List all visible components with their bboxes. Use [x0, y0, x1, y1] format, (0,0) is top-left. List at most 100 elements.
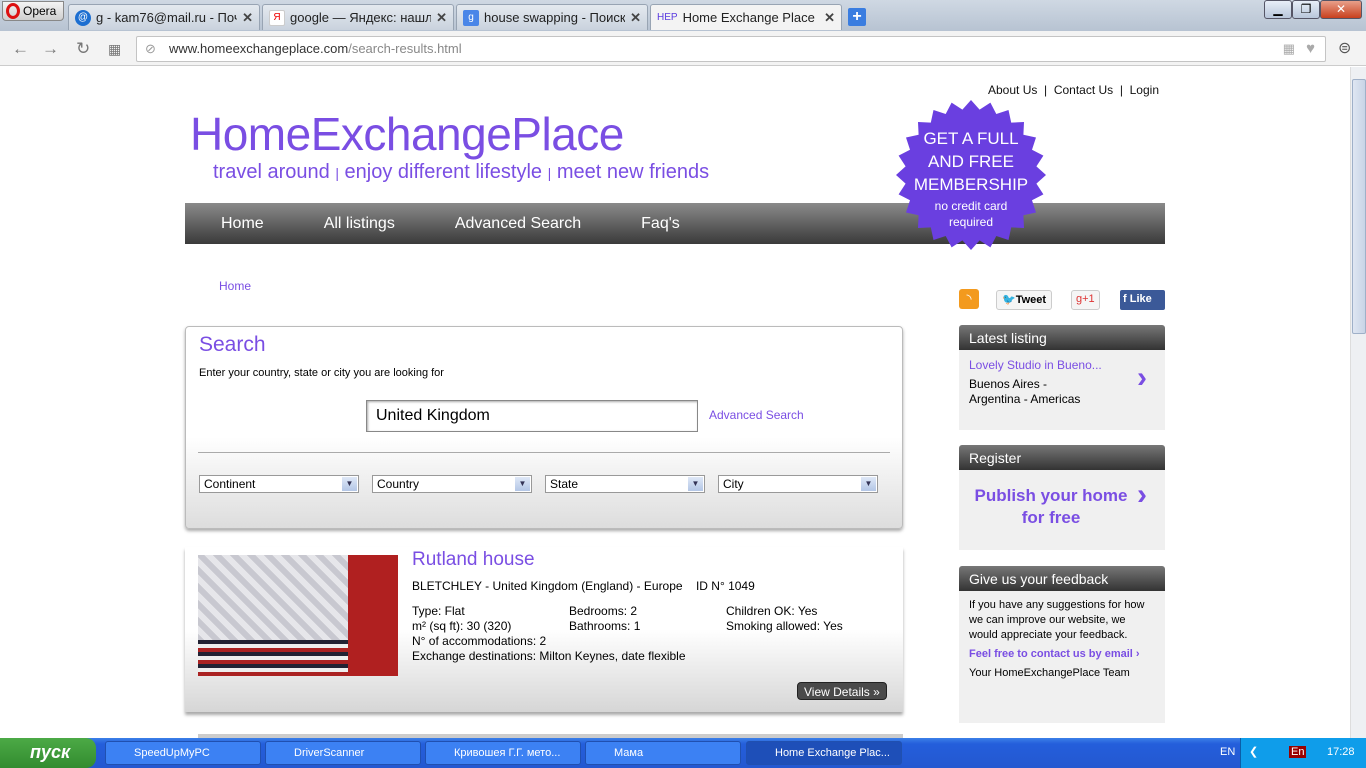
web-page: About Us | Contact Us | Login HomeExchan… — [0, 67, 1350, 738]
listing-photo[interactable] — [198, 555, 398, 676]
country-select[interactable]: Country ▼ — [372, 475, 532, 493]
badge-subline: required — [948, 215, 994, 229]
tab-google[interactable]: g house swapping - Поиск в ✕ — [456, 4, 648, 30]
site-logo[interactable]: HomeExchangePlace — [190, 107, 624, 161]
feedback-signature: Your HomeExchangePlace Team — [969, 667, 1130, 679]
heart-icon[interactable]: ♥ — [1306, 37, 1315, 61]
contact-email-link[interactable]: Feel free to contact us by email › — [969, 647, 1155, 662]
membership-badge[interactable]: GET A FULL AND FREE MEMBERSHIP no credit c… — [896, 100, 1046, 250]
close-tab-icon[interactable]: ✕ — [436, 10, 447, 26]
search-input[interactable]: United Kingdom — [366, 400, 698, 432]
rss-icon[interactable]: ◝ — [959, 289, 979, 309]
select-value: State — [550, 477, 579, 491]
tab-mail[interactable]: @ g - kam76@mail.ru - Почт ✕ — [68, 4, 260, 30]
tagline-part: travel around — [213, 161, 330, 183]
register-link[interactable]: Publish your home for free › — [959, 470, 1165, 550]
scrollbar-thumb[interactable] — [1352, 79, 1366, 334]
language-indicator[interactable]: EN — [1220, 746, 1235, 758]
listing-id: ID N° 1049 — [695, 579, 755, 593]
breadcrumb-home[interactable]: Home — [219, 279, 251, 293]
close-window-button[interactable]: ✕ — [1320, 0, 1362, 19]
facebook-like-button[interactable]: f Like — [1120, 290, 1165, 310]
chevron-down-icon: ▼ — [688, 477, 703, 491]
tab-label: google — Яндекс: нашло — [290, 10, 432, 25]
taskbar-item-active[interactable]: Home Exchange Plac... — [746, 741, 902, 765]
listing-card: Rutland house BLETCHLEY - United Kingdom… — [185, 547, 903, 712]
minimize-button[interactable]: ▁ — [1264, 0, 1292, 19]
url-input[interactable]: ⊘ www.homeexchangeplace.com/search-resul… — [136, 36, 1326, 62]
taskbar-item[interactable]: DriverScanner — [265, 741, 421, 765]
city-select[interactable]: City ▼ — [718, 475, 878, 493]
taskbar-item-label: DriverScanner — [294, 747, 365, 759]
opera-menu-icon[interactable]: ⊜ — [1338, 38, 1351, 58]
tray-lang-icon[interactable]: En — [1289, 746, 1307, 758]
url-domain: www.homeexchangeplace.com — [169, 41, 349, 56]
url-path: /search-results.html — [348, 41, 462, 56]
taskbar-item[interactable]: Кривошея Г.Г. мето... — [425, 741, 581, 765]
opera-menu-label: Opera — [23, 4, 57, 18]
google-plus-button[interactable]: g+1 — [1071, 290, 1100, 310]
close-tab-icon[interactable]: ✕ — [242, 10, 253, 26]
latest-listing-link[interactable]: Lovely Studio in Bueno... — [969, 358, 1155, 373]
like-label: Like — [1129, 293, 1152, 305]
start-label: пуск — [30, 742, 71, 762]
start-button[interactable]: пуск — [0, 738, 96, 768]
about-us-link[interactable]: About Us — [988, 83, 1037, 97]
taskbar-item-label: Мама — [614, 747, 644, 759]
continent-select[interactable]: Continent ▼ — [199, 475, 359, 493]
opera-icon — [6, 3, 20, 19]
page-scrollbar[interactable] — [1350, 67, 1366, 738]
chevron-right-icon[interactable]: › — [1137, 363, 1147, 393]
close-tab-icon[interactable]: ✕ — [630, 10, 641, 26]
tab-yandex[interactable]: Яgoogle — Яндекс: нашло ✕ — [262, 4, 454, 30]
tweet-button[interactable]: 🐦Tweet — [996, 290, 1053, 310]
register-text: for free — [1021, 508, 1081, 527]
chevron-down-icon: ▼ — [515, 477, 530, 491]
register-text: Publish your home — [974, 486, 1128, 505]
nav-home[interactable]: Home — [221, 215, 264, 233]
back-icon[interactable]: ← — [12, 39, 29, 59]
new-tab-button[interactable]: + — [848, 8, 866, 26]
nav-advanced-search[interactable]: Advanced Search — [455, 215, 581, 233]
latest-listing-location: Buenos Aires - — [969, 377, 1048, 391]
yandex-icon: Я — [269, 9, 285, 26]
sidebar-header: Register — [959, 445, 1165, 470]
chevron-down-icon: ▼ — [342, 477, 357, 491]
gplus-label: +1 — [1082, 293, 1095, 305]
taskbar-item-label: SpeedUpMyPC — [134, 747, 210, 759]
close-tab-icon[interactable]: ✕ — [824, 10, 835, 26]
maximize-button[interactable]: ❐ — [1292, 0, 1320, 19]
feedback-text: If you have any suggestions for how we c… — [969, 599, 1145, 641]
latest-listing-region: Argentina - Americas — [969, 392, 1081, 406]
listing-area: m² (sq ft): 30 (320) — [412, 619, 512, 633]
sidebar-header: Latest listing — [959, 325, 1165, 350]
listing-location: BLETCHLEY - United Kingdom (England) - E… — [412, 579, 683, 593]
taskbar: пуск SpeedUpMyPC DriverScanner Кривошея … — [0, 738, 1366, 768]
listing-smoking: Smoking allowed: Yes — [726, 619, 843, 633]
taskbar-item[interactable]: SpeedUpMyPC — [105, 741, 261, 765]
hep-icon: HEP — [657, 12, 678, 23]
nav-all-listings[interactable]: All listings — [324, 215, 395, 233]
listing-title[interactable]: Rutland house — [412, 549, 535, 571]
select-value: Country — [377, 477, 420, 491]
state-select[interactable]: State ▼ — [545, 475, 705, 493]
nav-faq[interactable]: Faq's — [641, 215, 680, 233]
tray-expand-icon[interactable]: ❮ — [1249, 745, 1258, 758]
contact-us-link[interactable]: Contact Us — [1054, 83, 1113, 97]
tab-home-exchange[interactable]: HEP Home Exchange Place :: S ✕ — [650, 4, 842, 30]
view-details-button[interactable]: View Details » — [797, 682, 887, 700]
site-info-icon[interactable]: ⊘ — [145, 37, 156, 61]
taskbar-item-label: Home Exchange Plac... — [775, 747, 890, 759]
taskbar-item[interactable]: Мама — [585, 741, 741, 765]
advanced-search-link[interactable]: Advanced Search — [709, 408, 804, 422]
forward-icon[interactable]: → — [42, 39, 59, 59]
opera-menu-button[interactable]: Opera — [2, 1, 64, 21]
search-title: Search — [199, 333, 266, 356]
speed-dial-icon[interactable]: ▦ — [108, 41, 121, 58]
divider — [198, 452, 890, 453]
twitter-icon: 🐦 — [1002, 294, 1016, 306]
reload-icon[interactable]: ↻ — [76, 39, 90, 59]
google-icon: g — [463, 9, 479, 26]
grid-icon[interactable]: ▦ — [1283, 37, 1295, 61]
login-link[interactable]: Login — [1130, 83, 1159, 97]
